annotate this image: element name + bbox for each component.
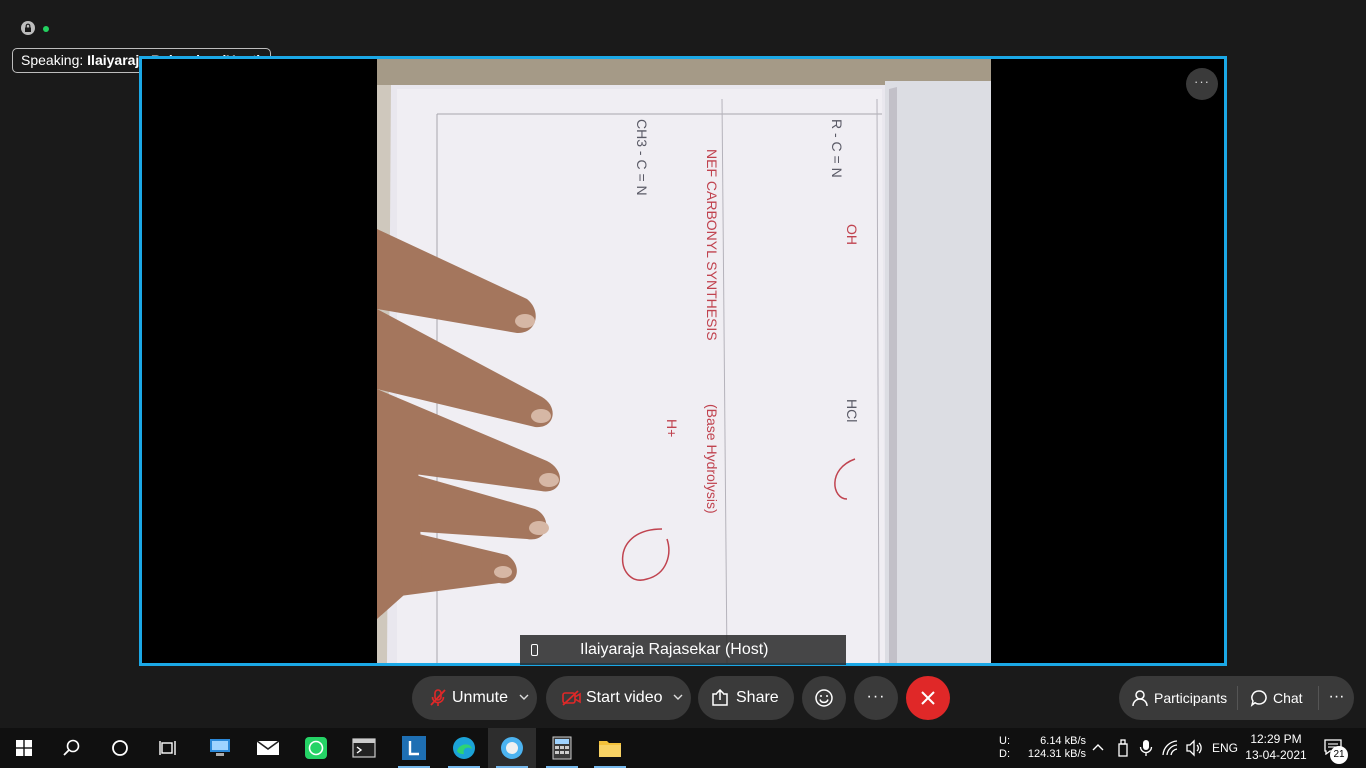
notebook-video-feed: NEF CARBONYL SYNTHESIS (Base Hydrolysis)…	[377, 59, 991, 663]
notebook-heading: NEF CARBONYL SYNTHESIS	[704, 149, 720, 341]
zoom-meeting-window: Speaking: Ilaiyaraja Rajasekar (Host) NE…	[0, 0, 1366, 728]
clock-date: 13-04-2021	[1245, 748, 1307, 762]
this-pc-icon	[210, 739, 230, 756]
volume-icon[interactable]	[1185, 739, 1203, 757]
more-options-button[interactable]: ···	[854, 676, 898, 720]
microphone-icon[interactable]	[1139, 739, 1153, 757]
taskbar-app-zoom[interactable]	[488, 728, 536, 768]
task-view-icon	[159, 741, 176, 755]
taskbar-app-desktop[interactable]	[196, 728, 244, 768]
search-button[interactable]	[48, 728, 96, 768]
windows-logo-icon	[16, 740, 32, 756]
taskbar-app-edge[interactable]	[440, 728, 488, 768]
notebook-reagent-3: H+	[664, 419, 680, 437]
security-lock-icon[interactable]	[21, 21, 35, 35]
start-video-label: Start video	[586, 689, 663, 706]
notebook-subheading: (Base Hydrolysis)	[704, 404, 720, 514]
usb-drive-icon[interactable]	[1117, 739, 1129, 757]
participants-label: Participants	[1154, 690, 1228, 706]
panel-buttons-group: Participants Chat ···	[1119, 676, 1354, 720]
notebook-reagent-1: HCl	[844, 399, 860, 422]
search-icon	[63, 739, 80, 756]
unmute-label: Unmute	[452, 689, 509, 706]
chat-label: Chat	[1273, 690, 1303, 706]
meeting-controls-bar: Unmute Start video Share ··· Participant…	[0, 676, 1366, 720]
smile-icon	[815, 689, 833, 707]
speaking-prefix: Speaking:	[21, 52, 84, 68]
overflow-menu-button[interactable]: ···	[1319, 676, 1354, 720]
connection-status-icon	[43, 26, 49, 32]
clock-time: 12:29 PM	[1250, 732, 1302, 746]
muted-mic-icon	[430, 689, 446, 706]
network-speed-labels: U: D:	[999, 735, 1010, 761]
start-button[interactable]	[0, 728, 48, 768]
start-video-button[interactable]: Start video	[546, 676, 691, 720]
taskbar-app-l[interactable]	[390, 728, 438, 768]
network-speed-values: 6.14 kB/s 124.31 kB/s	[1020, 735, 1086, 761]
notebook-formula-1: CH3 - C = N	[634, 119, 650, 196]
download-label: D:	[999, 748, 1010, 760]
share-icon	[712, 689, 728, 706]
close-icon	[921, 691, 935, 705]
active-speaker-video[interactable]: NEF CARBONYL SYNTHESIS (Base Hydrolysis)…	[139, 56, 1227, 666]
calculator-icon	[552, 736, 572, 760]
taskbar-app-file-explorer[interactable]	[586, 728, 634, 768]
windows-taskbar: U: D: 6.14 kB/s 124.31 kB/s ENG 12:29 PM…	[0, 728, 1366, 768]
zoom-app-icon	[501, 737, 523, 759]
upload-speed: 6.14 kB/s	[1040, 735, 1086, 747]
cortana-circle-icon	[112, 740, 128, 756]
download-speed: 124.31 kB/s	[1027, 748, 1086, 760]
notebook-formula-2: R - C = N	[829, 119, 845, 178]
video-options-button[interactable]: ···	[1186, 68, 1218, 100]
clock[interactable]: 12:29 PM 13-04-2021	[1244, 731, 1308, 763]
whatsapp-icon	[305, 737, 327, 759]
participant-name-tag: Ilaiyaraja Rajasekar (Host)	[520, 635, 846, 665]
chat-bubble-icon	[1250, 690, 1267, 707]
letter-l-app-icon	[402, 736, 426, 760]
share-label: Share	[736, 689, 779, 706]
reactions-button[interactable]	[802, 676, 846, 720]
chevron-down-icon[interactable]	[519, 692, 529, 702]
chevron-up-icon[interactable]	[1092, 742, 1104, 752]
person-icon	[1132, 690, 1148, 707]
action-center-button[interactable]: 21	[1318, 728, 1364, 768]
folder-icon	[599, 741, 621, 757]
taskbar-app-terminal[interactable]	[340, 728, 388, 768]
wifi-icon[interactable]	[1162, 739, 1178, 757]
share-button[interactable]: Share	[698, 676, 794, 720]
edge-browser-icon	[453, 737, 475, 759]
input-language[interactable]: ENG	[1212, 741, 1238, 755]
terminal-icon	[352, 738, 376, 758]
upload-label: U:	[999, 735, 1010, 747]
cortana-button[interactable]	[96, 728, 144, 768]
participants-button[interactable]: Participants	[1119, 676, 1237, 720]
taskbar-app-mail[interactable]	[244, 728, 292, 768]
mail-icon	[256, 740, 280, 755]
chevron-down-icon[interactable]	[673, 692, 683, 702]
unmute-button[interactable]: Unmute	[412, 676, 537, 720]
phone-icon	[531, 644, 538, 656]
chat-button[interactable]: Chat	[1238, 676, 1318, 720]
notebook-reagent-2: OH	[844, 224, 860, 245]
leave-meeting-button[interactable]	[906, 676, 950, 720]
task-view-button[interactable]	[144, 728, 192, 768]
notification-count-badge: 21	[1330, 746, 1348, 764]
taskbar-app-whatsapp[interactable]	[292, 728, 340, 768]
participant-name: Ilaiyaraja Rajasekar (Host)	[580, 641, 769, 658]
taskbar-app-calculator[interactable]	[538, 728, 586, 768]
video-off-icon	[562, 690, 581, 706]
